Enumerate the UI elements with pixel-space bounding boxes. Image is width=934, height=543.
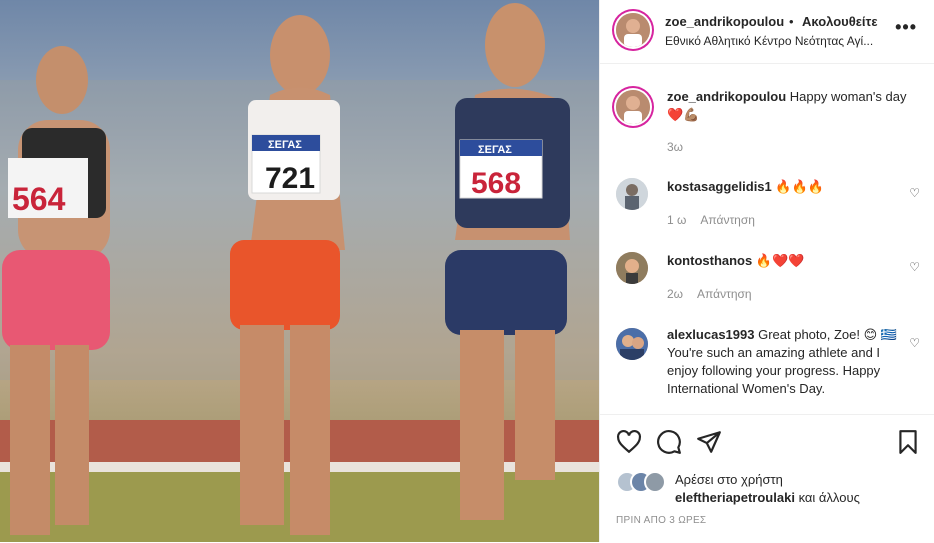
bib-number-center: 721 — [265, 162, 315, 195]
comment-text-block: kostasaggelidis1 🔥🔥🔥 — [667, 178, 907, 196]
like-comment-heart-icon[interactable]: ♡ — [909, 186, 920, 200]
post-sidebar: zoe_andrikopoulou • Ακολουθείτε Εθνικό Α… — [599, 0, 934, 542]
likes-prefix: Αρέσει στο χρήστη — [675, 472, 783, 487]
comment-username[interactable]: alexlucas1993 — [667, 327, 754, 342]
race-photo-illustration: 564 721 568 ΣΕΓΑΣ ΣΕΓΑΣ — [0, 0, 599, 542]
liker-username[interactable]: eleftheriapetroulaki — [675, 490, 795, 505]
comment-text-block: alexlucas1993 Great photo, Zoe! 😊 🇬🇷 You… — [667, 326, 907, 398]
commenter-avatar[interactable] — [616, 328, 648, 360]
comment: alexlucas1993 Great photo, Zoe! 😊 🇬🇷 You… — [600, 326, 934, 406]
avatar-image — [616, 252, 648, 284]
post-header: zoe_andrikopoulou • Ακολουθείτε Εθνικό Α… — [600, 0, 934, 64]
avatar-image — [616, 13, 650, 47]
post-photo[interactable]: 564 721 568 ΣΕΓΑΣ ΣΕΓΑΣ — [0, 0, 599, 542]
comment-meta: 1 ω Απάντηση — [667, 213, 755, 227]
comment: kontosthanos 🔥❤️❤️ 2ω Απάντηση ♡ — [600, 252, 934, 312]
avatar-image — [616, 90, 650, 124]
caption-text-block: zoe_andrikopoulou Happy woman's day ❤️💪🏽 — [667, 88, 907, 124]
share-send-icon[interactable] — [696, 429, 722, 455]
like-comment-heart-icon[interactable]: ♡ — [909, 336, 920, 350]
comment-username[interactable]: kontosthanos — [667, 253, 752, 268]
comment: kostasaggelidis1 🔥🔥🔥 1 ω Απάντηση ♡ — [600, 178, 934, 238]
avatar-image — [616, 178, 648, 210]
following-button[interactable]: Ακολουθείτε — [802, 14, 878, 29]
comment-time[interactable]: 2ω — [667, 287, 683, 301]
post-actions: Αρέσει στο χρήστη eleftheriapetroulaki κ… — [600, 414, 934, 543]
more-horizontal-icon[interactable]: ••• — [895, 17, 917, 38]
caption-text: Happy woman's day — [789, 89, 907, 104]
commenter-avatar[interactable] — [616, 252, 648, 284]
comment-bubble-icon[interactable] — [656, 429, 682, 455]
caption-username[interactable]: zoe_andrikopoulou — [667, 89, 786, 104]
like-comment-heart-icon[interactable]: ♡ — [909, 260, 920, 274]
caption-emoji: ❤️💪🏽 — [667, 107, 700, 122]
liker-avatar[interactable] — [644, 471, 666, 493]
comment-time[interactable]: 1 ω — [667, 213, 686, 227]
comment-text: 🔥🔥🔥 — [775, 179, 824, 194]
separator-dot: • — [789, 14, 794, 29]
author-username[interactable]: zoe_andrikopoulou — [665, 14, 784, 29]
bib-number-right: 568 — [471, 167, 521, 200]
avatar-image — [616, 328, 648, 360]
reply-button[interactable]: Απάντηση — [700, 213, 755, 227]
author-avatar[interactable] — [616, 13, 650, 47]
comment-meta: 2ω Απάντηση — [667, 287, 752, 301]
bib-number-left: 564 — [12, 181, 66, 217]
save-bookmark-icon[interactable] — [895, 429, 921, 455]
comment-text-block: kontosthanos 🔥❤️❤️ — [667, 252, 907, 270]
caption-time[interactable]: 3ω — [667, 140, 683, 154]
comment-username[interactable]: kostasaggelidis1 — [667, 179, 772, 194]
likes-and-others[interactable]: και άλλους — [799, 490, 860, 505]
post-timestamp[interactable]: ΠΡΙΝ ΑΠΟ 3 ΩΡΕΣ — [616, 515, 706, 526]
likes-summary: Αρέσει στο χρήστη eleftheriapetroulaki κ… — [675, 471, 860, 507]
comment-text: 🔥❤️❤️ — [755, 253, 805, 268]
like-heart-icon[interactable] — [616, 429, 642, 455]
caption: zoe_andrikopoulou Happy woman's day ❤️💪🏽… — [600, 88, 934, 158]
commenter-avatar[interactable] — [616, 178, 648, 210]
bib-brand-center: ΣΕΓΑΣ — [268, 139, 302, 151]
bib-brand-right: ΣΕΓΑΣ — [478, 144, 512, 156]
reply-button[interactable]: Απάντηση — [697, 287, 752, 301]
location-link[interactable]: Εθνικό Αθλητικό Κέντρο Νεότητας Αγί... — [665, 34, 885, 48]
caption-avatar[interactable] — [616, 90, 650, 124]
